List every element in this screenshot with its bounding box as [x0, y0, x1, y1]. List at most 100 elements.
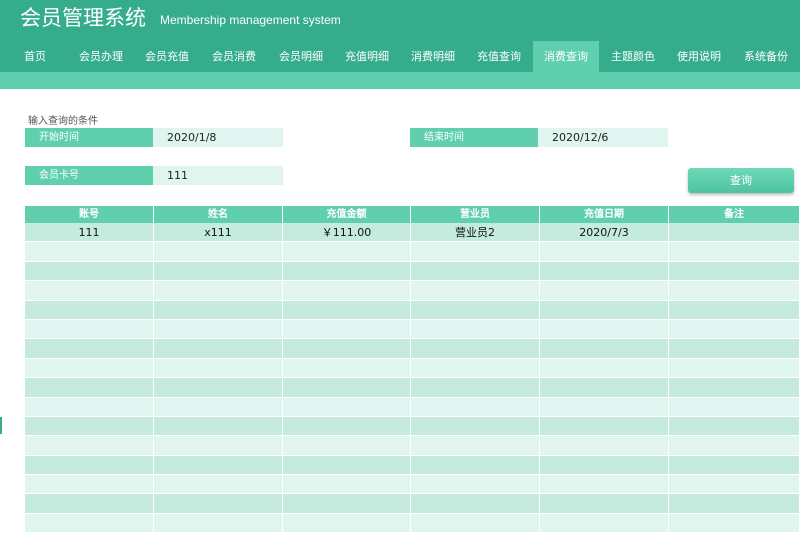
table-row[interactable]	[25, 358, 800, 379]
table-cell	[283, 281, 411, 301]
table-cell	[669, 300, 800, 320]
nav-item-member-details[interactable]: 会员明细	[272, 41, 330, 72]
app-title: 会员管理系统	[20, 6, 146, 30]
table-cell	[540, 378, 669, 398]
table-cell	[154, 339, 283, 359]
table-row[interactable]	[25, 339, 800, 359]
table-row[interactable]	[25, 397, 800, 417]
table-cell	[669, 416, 800, 437]
table-cell	[411, 261, 540, 282]
table-cell	[411, 358, 540, 379]
table-cell	[283, 397, 411, 417]
table-cell	[669, 242, 800, 262]
table-cell	[283, 261, 411, 282]
table-cell	[154, 242, 283, 262]
table-cell	[25, 358, 154, 379]
table-cell	[25, 436, 154, 456]
table-row[interactable]	[25, 494, 800, 514]
table-cell	[154, 261, 283, 282]
nav-item-member-register[interactable]: 会员办理	[72, 41, 130, 72]
table-cell	[154, 281, 283, 301]
table-row[interactable]	[25, 513, 800, 533]
nav-item-recharge-query[interactable]: 充值查询	[470, 41, 528, 72]
start-time-field[interactable]: 2020/1/8	[153, 128, 283, 147]
table-cell	[283, 416, 411, 437]
table-cell	[154, 416, 283, 437]
column-header-date: 充值日期	[540, 206, 669, 223]
table-cell	[154, 319, 283, 340]
table-cell	[25, 300, 154, 320]
header-band	[0, 72, 800, 89]
table-row[interactable]	[25, 242, 800, 262]
nav-item-member-consume[interactable]: 会员消费	[205, 41, 263, 72]
column-header-account: 账号	[25, 206, 154, 223]
table-cell	[283, 475, 411, 495]
nav-item-home[interactable]: 首页	[16, 41, 54, 72]
table-row[interactable]	[25, 300, 800, 320]
query-button[interactable]: 查询	[688, 168, 794, 193]
nav-item-member-recharge[interactable]: 会员充值	[138, 41, 196, 72]
column-header-clerk: 营业员	[411, 206, 540, 223]
table-cell	[25, 339, 154, 359]
table-cell	[411, 300, 540, 320]
table-cell	[411, 242, 540, 262]
cell-amount: ￥111.00	[283, 223, 411, 243]
table-row[interactable]	[25, 416, 800, 437]
left-edge-marker	[0, 417, 2, 434]
nav-item-consume-query[interactable]: 消费查询	[533, 41, 599, 72]
table-cell	[283, 378, 411, 398]
table-cell	[154, 436, 283, 456]
column-header-name: 姓名	[154, 206, 283, 223]
table-cell	[411, 513, 540, 533]
nav-item-system-backup[interactable]: 系统备份	[737, 41, 795, 72]
column-header-remarks: 备注	[669, 206, 800, 223]
table-row[interactable]	[25, 378, 800, 398]
table-cell	[283, 513, 411, 533]
table-cell	[669, 261, 800, 282]
table-cell	[25, 513, 154, 533]
table-cell	[411, 378, 540, 398]
table-cell	[540, 416, 669, 437]
table-cell	[25, 319, 154, 340]
table-cell	[669, 475, 800, 495]
main-nav: 首页 会员办理 会员充值 会员消费 会员明细 充值明细 消费明细 充值查询 消费…	[0, 41, 800, 72]
results-table: 账号 姓名 充值金额 营业员 充值日期 备注 111 x111 ￥111.00 …	[25, 206, 800, 533]
query-section-label: 输入查询的条件	[28, 116, 98, 127]
table-cell	[25, 494, 154, 514]
table-cell	[669, 397, 800, 417]
nav-item-instructions[interactable]: 使用说明	[670, 41, 728, 72]
card-number-label: 会员卡号	[25, 166, 153, 185]
table-cell	[411, 455, 540, 476]
cell-account: 111	[25, 223, 154, 243]
table-row[interactable]	[25, 261, 800, 282]
table-row[interactable]	[25, 319, 800, 340]
table-header: 账号 姓名 充值金额 营业员 充值日期 备注	[25, 206, 800, 223]
table-row[interactable]	[25, 475, 800, 495]
table-cell	[283, 455, 411, 476]
table-cell	[411, 494, 540, 514]
table-cell	[669, 513, 800, 533]
table-cell	[154, 475, 283, 495]
cell-remarks	[669, 223, 800, 243]
start-time-label: 开始时间	[25, 128, 153, 147]
table-cell	[669, 494, 800, 514]
table-row[interactable]	[25, 455, 800, 476]
nav-item-theme-color[interactable]: 主题颜色	[604, 41, 662, 72]
table-row[interactable]: 111 x111 ￥111.00 营业员2 2020/7/3	[25, 223, 800, 243]
card-number-field[interactable]: 111	[153, 166, 283, 185]
end-time-field[interactable]: 2020/12/6	[538, 128, 668, 147]
table-cell	[540, 358, 669, 379]
table-row[interactable]	[25, 436, 800, 456]
table-cell	[25, 475, 154, 495]
nav-item-recharge-details[interactable]: 充值明细	[338, 41, 396, 72]
table-cell	[283, 494, 411, 514]
table-cell	[25, 378, 154, 398]
nav-item-consume-details[interactable]: 消费明细	[404, 41, 462, 72]
table-cell	[25, 416, 154, 437]
table-cell	[669, 436, 800, 456]
table-cell	[540, 397, 669, 417]
cell-date: 2020/7/3	[540, 223, 669, 243]
table-cell	[540, 475, 669, 495]
table-cell	[669, 281, 800, 301]
table-row[interactable]	[25, 281, 800, 301]
